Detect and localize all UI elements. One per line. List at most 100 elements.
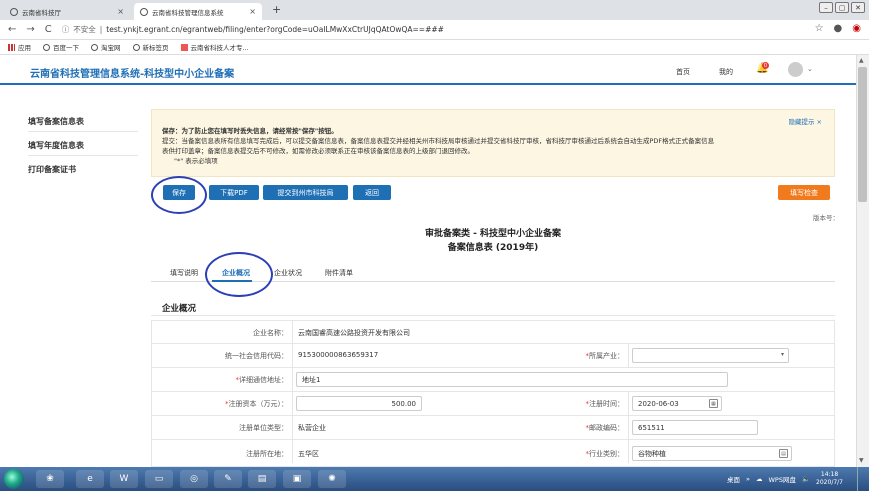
bookmark-label: 应用 xyxy=(18,44,31,52)
opera-icon[interactable]: ◉ xyxy=(852,23,861,34)
capital-label: *注册资本（万元）： xyxy=(225,400,288,408)
new-tab-icon[interactable]: + xyxy=(272,3,281,16)
postcode-input[interactable]: 651511 xyxy=(632,420,758,435)
capital-input[interactable]: 500.00 xyxy=(296,396,422,411)
apps-grid-icon xyxy=(8,43,15,51)
windows-taskbar: ❀ e W ▭ ◎ ✎ ▤ ▣ ✺ 桌面 » ☁ WPS网盘 🔈 14:18 2… xyxy=(0,467,869,491)
bookmark-newtab[interactable]: 新标签页 xyxy=(132,42,169,52)
folder-icon[interactable]: ▤ xyxy=(248,470,276,488)
save-highlight-circle xyxy=(151,176,207,214)
url-field[interactable]: ⓘ 不安全 | test.ynkjt.egrant.cn/egrantweb/f… xyxy=(62,24,444,35)
category-value: 谷物种植 xyxy=(638,449,666,458)
forward-arrow-icon[interactable]: → xyxy=(26,24,34,35)
taskbar-app-icon[interactable]: ▭ xyxy=(145,470,173,488)
doc-icon xyxy=(180,43,188,51)
browser-tab-strip: 云南省科技厅 × 云南省科技管理信息系统 × + – ▢ ✕ xyxy=(0,0,869,20)
notice-box: 隐藏提示 × 保存：为了防止您在填写时丢失信息，请经常按"保存"按钮。 提交：当… xyxy=(151,109,835,177)
reg-date-input[interactable]: 2020-06-03 ▦ xyxy=(632,396,722,411)
close-tab-icon[interactable]: × xyxy=(117,7,124,16)
security-label: 不安全 xyxy=(73,25,96,34)
sidebar-divider xyxy=(28,155,138,156)
picker-icon[interactable]: ▤ xyxy=(779,449,788,458)
show-desktop-button[interactable] xyxy=(857,467,869,491)
scroll-down-icon[interactable]: ▼ xyxy=(859,457,864,464)
back-button[interactable]: 返回 xyxy=(353,185,391,200)
tab-attachments[interactable]: 附件清单 xyxy=(325,268,353,278)
form-row: 统一社会信用代码： 915300000863659317 *所属产业： ▾ xyxy=(151,344,835,368)
bookmark-baidu[interactable]: 百度一下 xyxy=(43,42,79,52)
minimize-icon[interactable]: – xyxy=(819,2,833,13)
category-input[interactable]: 谷物种植 ▤ xyxy=(632,446,792,461)
system-tray: 桌面 » ☁ WPS网盘 🔈 14:18 2020/7/7 xyxy=(727,467,869,491)
tray-desktop-label[interactable]: 桌面 xyxy=(727,474,740,484)
maximize-icon[interactable]: ▢ xyxy=(835,2,849,13)
globe-icon xyxy=(132,43,140,51)
bookmark-label: 百度一下 xyxy=(53,44,79,52)
address-label: *详细通信地址： xyxy=(235,376,289,384)
info-icon[interactable]: ⓘ xyxy=(62,24,70,35)
address-input[interactable]: 地址1 xyxy=(296,372,728,387)
ie-icon[interactable]: e xyxy=(76,470,104,488)
browser-tab-system[interactable]: 云南省科技管理信息系统 × xyxy=(134,3,262,20)
location-value: 五华区 xyxy=(298,450,319,458)
tab-highlight-circle xyxy=(205,252,273,297)
tray-expand-icon[interactable]: » xyxy=(746,475,750,483)
bookmark-apps[interactable]: 应用 xyxy=(8,42,31,52)
avatar[interactable] xyxy=(788,62,803,77)
back-arrow-icon[interactable]: ← xyxy=(8,24,16,35)
nav-home[interactable]: 首页 xyxy=(676,67,690,77)
bookmark-label: 淘宝网 xyxy=(101,44,121,52)
industry-select[interactable]: ▾ xyxy=(632,348,789,363)
calendar-icon[interactable]: ▦ xyxy=(709,399,718,408)
wps-cloud-icon[interactable]: ☁ xyxy=(756,475,763,483)
clock[interactable]: 14:18 2020/7/7 xyxy=(816,471,843,487)
url-text[interactable]: test.ynkjt.egrant.cn/egrantweb/filing/en… xyxy=(106,25,444,34)
star-icon[interactable]: ☆ xyxy=(815,23,824,34)
bookmark-label: 云南省科技人才专... xyxy=(190,44,249,52)
chevron-down-icon[interactable]: ⌄ xyxy=(807,65,813,73)
chrome-icon[interactable]: ◎ xyxy=(180,470,208,488)
company-name-label: 企业名称： xyxy=(253,329,288,337)
sidebar-item-print[interactable]: 打印备案证书 xyxy=(28,164,76,175)
bookmark-taobao[interactable]: 淘宝网 xyxy=(91,42,121,52)
taskbar-app-icon[interactable]: ❀ xyxy=(36,470,64,488)
site-favicon-icon xyxy=(10,7,18,16)
scroll-up-icon[interactable]: ▲ xyxy=(859,57,864,64)
form-row: *详细通信地址： 地址1 xyxy=(151,368,835,392)
browser-tab-kjt[interactable]: 云南省科技厅 × xyxy=(4,3,130,20)
credit-code-value: 915300000863659317 xyxy=(298,351,379,359)
taskbar-app-icon[interactable]: ✎ xyxy=(214,470,242,488)
bookmark-talent[interactable]: 云南省科技人才专... xyxy=(180,42,249,52)
tab-status[interactable]: 企业状况 xyxy=(274,268,302,278)
taskbar-app-icon[interactable]: ✺ xyxy=(318,470,346,488)
check-button[interactable]: 填写检查 xyxy=(778,185,830,200)
taskbar-app-icon[interactable]: ▣ xyxy=(283,470,311,488)
tray-wps-label[interactable]: WPS网盘 xyxy=(768,474,795,484)
form-title: 审批备案类 - 科技型中小企业备案 xyxy=(424,229,561,239)
notice-submit-text-cont: 表供打印盖章；备案信息表提交后不可修改，如需修改必须联系正在审核该备案信息表的上… xyxy=(162,147,474,155)
submit-button[interactable]: 提交到州市科技局 xyxy=(263,185,348,200)
form-row: 注册单位类型： 私营企业 *邮政编码： 651511 xyxy=(151,416,835,440)
reload-icon[interactable]: C xyxy=(45,24,52,35)
window-controls: – ▢ ✕ xyxy=(819,2,865,13)
profile-icon[interactable]: ● xyxy=(834,23,843,34)
chevron-down-icon: ▾ xyxy=(780,351,784,358)
close-window-icon[interactable]: ✕ xyxy=(851,2,865,13)
tab-instructions[interactable]: 填写说明 xyxy=(170,268,198,278)
start-button[interactable] xyxy=(4,469,24,489)
nav-mine[interactable]: 我的 xyxy=(719,67,733,77)
unit-type-label: 注册单位类型： xyxy=(239,424,288,432)
version-label: 版本号： xyxy=(813,214,839,222)
word-icon[interactable]: W xyxy=(110,470,138,488)
form-subtitle: 备案信息表 (2019年) xyxy=(447,243,539,253)
bookmarks-bar: 应用 百度一下 淘宝网 新标签页 云南省科技人才专... xyxy=(0,40,869,55)
close-tab-icon[interactable]: × xyxy=(249,7,256,16)
download-pdf-button[interactable]: 下载PDF xyxy=(209,185,259,200)
volume-icon[interactable]: 🔈 xyxy=(802,475,810,483)
scrollbar-thumb[interactable] xyxy=(858,67,867,202)
browser-tab-label: 云南省科技管理信息系统 xyxy=(152,8,224,17)
hide-tip-link[interactable]: 隐藏提示 × xyxy=(788,116,822,126)
sidebar-item-annual[interactable]: 填写年度信息表 xyxy=(28,140,84,151)
notification-badge: 0 xyxy=(762,62,769,69)
sidebar-item-filing[interactable]: 填写备案信息表 xyxy=(28,116,84,127)
